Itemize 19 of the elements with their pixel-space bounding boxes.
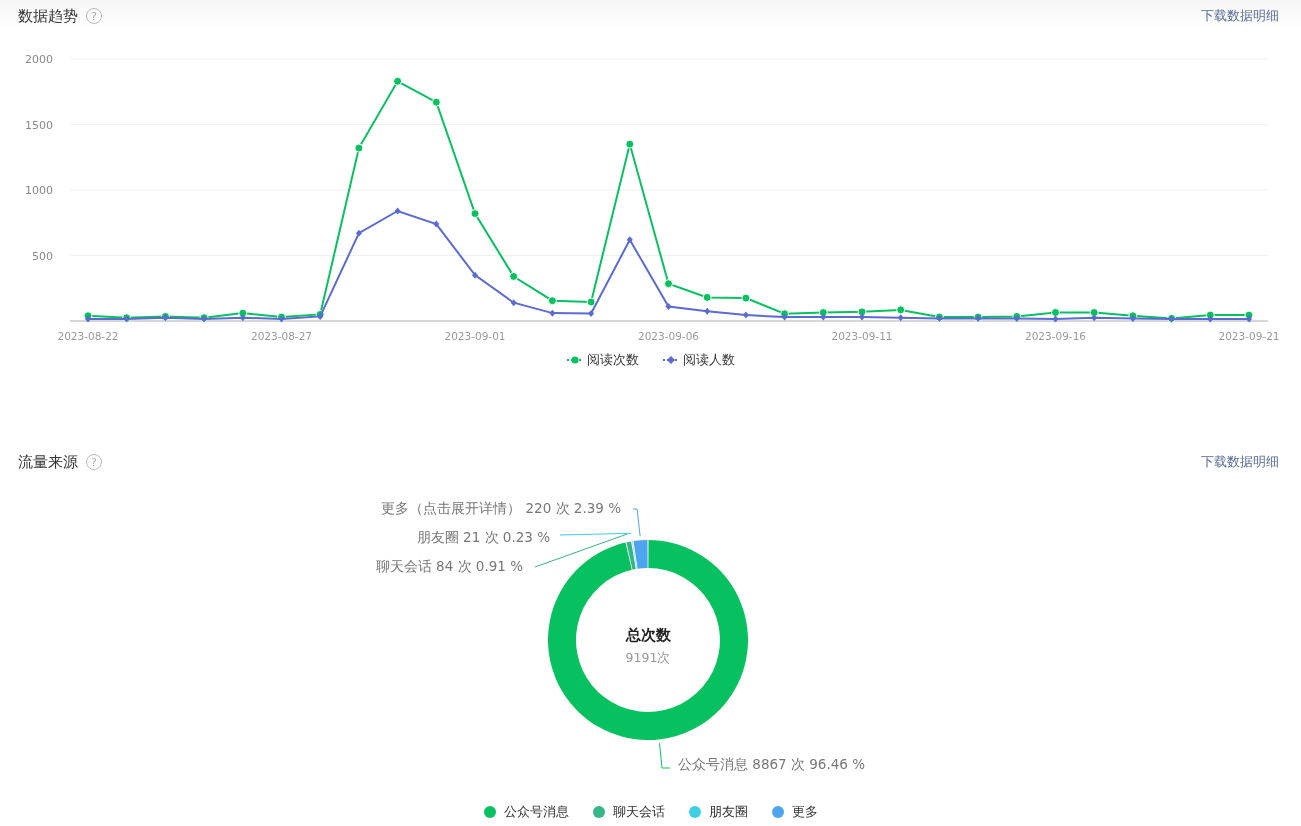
axis-tick-label: 2023-08-22 — [57, 330, 119, 342]
center-title: 总次数 — [625, 626, 671, 644]
slice-label: 朋友圈 21 次 0.23 % — [416, 529, 550, 545]
axis-tick-label: 1500 — [25, 118, 53, 132]
axis-tick-label: 2023-08-27 — [251, 330, 312, 342]
axis-tick-label: 2000 — [25, 53, 53, 66]
section-title: 流量来源 — [18, 451, 78, 473]
axis-tick-label: 1000 — [25, 184, 53, 197]
axis-tick-label: 2023-09-11 — [831, 330, 893, 342]
axis-tick-label: 2023-09-21 — [1218, 330, 1280, 342]
slice-label: 公众号消息 8867 次 96.46 % — [678, 756, 865, 772]
section-title: 数据趋势 — [18, 5, 78, 27]
axis-tick-label: 2023-09-16 — [1025, 330, 1086, 342]
slice-label: 聊天会话 84 次 0.91 % — [375, 558, 523, 574]
axis-tick-label: 500 — [32, 249, 53, 263]
center-value: 9191次 — [625, 650, 671, 665]
axis-tick-label: 2023-09-06 — [638, 330, 699, 342]
slice-label: 更多（点击展开详情） 220 次 2.39 % — [381, 500, 621, 516]
axis-tick-label: 2023-09-01 — [444, 330, 506, 342]
